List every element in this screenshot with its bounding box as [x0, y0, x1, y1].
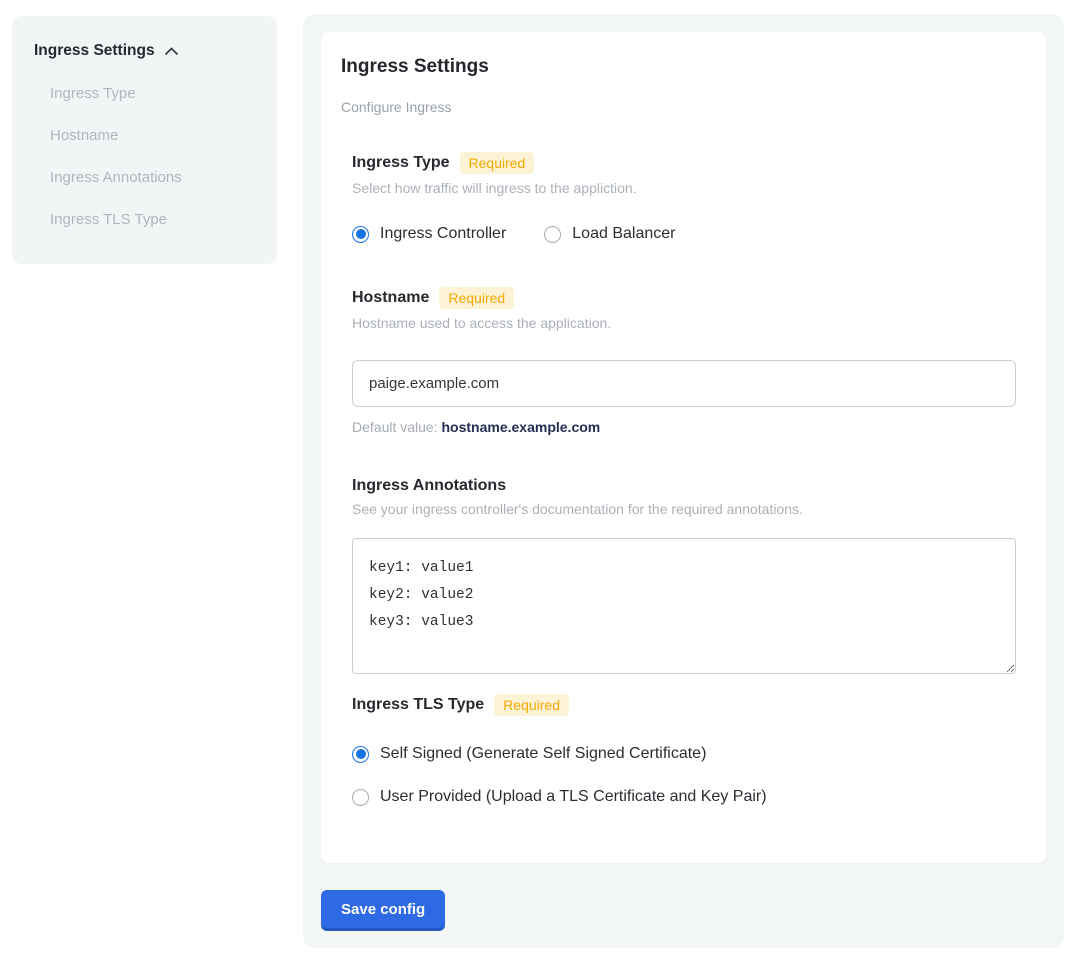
settings-sidebar: Ingress Settings Ingress Type Hostname I…: [12, 16, 277, 264]
ingress-annotations-textarea[interactable]: key1: value1 key2: value2 key3: value3: [352, 538, 1016, 674]
radio-option-self-signed[interactable]: Self Signed (Generate Self Signed Certif…: [352, 745, 1016, 763]
hostname-label: Hostname: [352, 289, 429, 307]
section-ingress-type: Ingress Type Required Select how traffic…: [352, 152, 1016, 243]
default-value-text: hostname.example.com: [442, 419, 601, 435]
radio-label: Load Balancer: [572, 225, 675, 243]
sidebar-items: Ingress Type Hostname Ingress Annotation…: [50, 85, 257, 228]
hostname-help: Hostname used to access the application.: [352, 315, 1016, 331]
page-title: Ingress Settings: [341, 56, 1016, 78]
required-badge: Required: [460, 152, 535, 174]
settings-panel: Ingress Settings Configure Ingress Ingre…: [303, 14, 1064, 948]
radio-label: User Provided (Upload a TLS Certificate …: [380, 788, 767, 806]
ingress-annotations-label: Ingress Annotations: [352, 477, 506, 495]
radio-option-user-provided[interactable]: User Provided (Upload a TLS Certificate …: [352, 788, 1016, 806]
section-ingress-tls-type: Ingress TLS Type Required Self Signed (G…: [352, 694, 1016, 806]
radio-icon: [352, 789, 369, 806]
sidebar-item-ingress-type[interactable]: Ingress Type: [50, 85, 257, 102]
section-ingress-annotations: Ingress Annotations See your ingress con…: [352, 477, 1016, 674]
ingress-type-options: Ingress Controller Load Balancer: [352, 225, 1016, 243]
radio-label: Self Signed (Generate Self Signed Certif…: [380, 745, 706, 763]
sidebar-item-ingress-annotations[interactable]: Ingress Annotations: [50, 169, 257, 186]
radio-option-ingress-controller[interactable]: Ingress Controller: [352, 225, 506, 243]
sidebar-section-title: Ingress Settings: [34, 42, 155, 60]
ingress-type-label: Ingress Type: [352, 154, 450, 172]
radio-option-load-balancer[interactable]: Load Balancer: [544, 225, 675, 243]
sidebar-section-toggle[interactable]: Ingress Settings: [34, 42, 257, 60]
sidebar-item-ingress-tls-type[interactable]: Ingress TLS Type: [50, 211, 257, 228]
chevron-up-icon: [164, 47, 179, 56]
radio-icon: [352, 746, 369, 763]
required-badge: Required: [439, 287, 514, 309]
ingress-settings-card: Ingress Settings Configure Ingress Ingre…: [321, 32, 1046, 863]
radio-icon: [544, 226, 561, 243]
radio-label: Ingress Controller: [380, 225, 506, 243]
ingress-annotations-help: See your ingress controller's documentat…: [352, 501, 1016, 517]
ingress-tls-options: Self Signed (Generate Self Signed Certif…: [352, 745, 1016, 806]
hostname-input[interactable]: [352, 360, 1016, 407]
hostname-default-line: Default value: hostname.example.com: [352, 419, 1016, 435]
section-hostname: Hostname Required Hostname used to acces…: [352, 287, 1016, 435]
page-subtitle: Configure Ingress: [341, 99, 1016, 115]
radio-icon: [352, 226, 369, 243]
ingress-tls-type-label: Ingress TLS Type: [352, 696, 484, 714]
sidebar-item-hostname[interactable]: Hostname: [50, 127, 257, 144]
default-value-prefix: Default value:: [352, 419, 442, 435]
required-badge: Required: [494, 694, 569, 716]
ingress-type-help: Select how traffic will ingress to the a…: [352, 180, 1016, 196]
save-config-button[interactable]: Save config: [321, 890, 445, 931]
